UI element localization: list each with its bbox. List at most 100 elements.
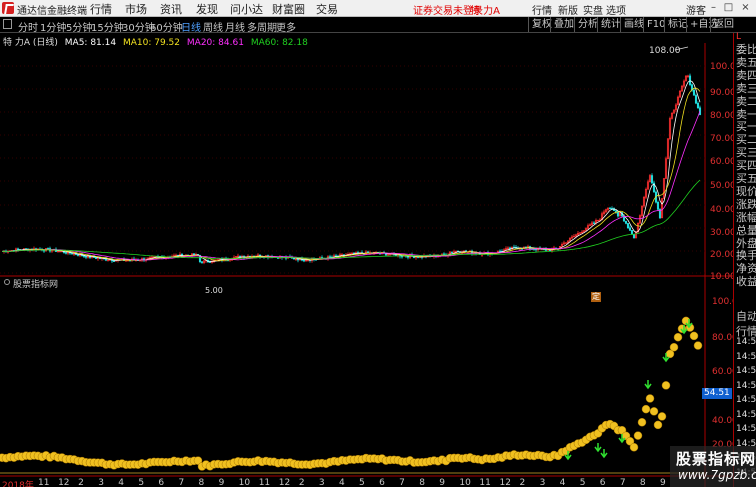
month-tick: 5: [138, 478, 145, 487]
tool-overlay[interactable]: 叠加: [550, 17, 577, 32]
indicator-dot: [673, 332, 683, 342]
candle-body: [200, 261, 204, 263]
period-more[interactable]: 更多: [276, 19, 296, 34]
period-intraday[interactable]: 分时: [18, 19, 38, 34]
candle-body: [616, 211, 620, 217]
period-daily[interactable]: 日线: [181, 19, 201, 34]
candle-body: [624, 220, 628, 224]
price-tick: 80.00: [710, 111, 736, 121]
maximize-icon[interactable]: □: [722, 2, 735, 14]
month-tick: 8: [419, 478, 425, 487]
month-tick: 2: [519, 478, 526, 487]
price-tick: 40.00: [710, 205, 736, 215]
candle-body: [688, 75, 692, 85]
month-tick: 4: [338, 478, 345, 487]
panel-tick-time: 14:59: [736, 337, 756, 347]
quote-side-panel: L 委比 卖五 卖四 卖三 卖二 卖一 买一 买二 买三 买四 买五 现价 涨跌 涨幅 总量 外盘 换手 净资 收益…: [733, 32, 756, 487]
menu-options[interactable]: 选项: [606, 2, 626, 17]
period-toolbar: 分时 1分钟 5分钟 15分钟 30分钟 60分钟 日线 周线 月线 多周期 更…: [0, 17, 756, 34]
indicator-dot: [629, 442, 639, 452]
candle-body: [630, 230, 634, 235]
month-tick: 8: [639, 478, 646, 487]
guest-label[interactable]: 游客: [686, 2, 706, 17]
candle-body: [208, 261, 212, 263]
month-tick: 12: [278, 478, 291, 487]
indicator-dot: [653, 420, 663, 430]
candle-body: [692, 89, 696, 96]
price-tick: 20.00: [710, 250, 736, 260]
menu-trade[interactable]: 交易: [316, 1, 338, 17]
month-tick: 9: [218, 478, 225, 487]
indicator-dot: [693, 341, 703, 350]
menu-market[interactable]: 市场: [125, 1, 147, 17]
indicator-dot: [669, 342, 679, 352]
candle-body: [106, 259, 110, 262]
low-price-label: 5.00: [205, 286, 223, 295]
candle-body: [328, 256, 332, 258]
month-tick: 10: [238, 478, 251, 487]
candle-body: [296, 258, 300, 261]
panel-tick-time: 14:58: [736, 351, 756, 362]
tool-back[interactable]: 返回: [710, 17, 737, 32]
candle-body: [450, 251, 454, 253]
menu-wealth[interactable]: 财富圈: [272, 1, 305, 17]
close-icon[interactable]: ×: [739, 2, 752, 14]
month-tick: 7: [619, 478, 626, 487]
candle-body: [650, 175, 654, 184]
menu-ask[interactable]: 问小达: [230, 1, 263, 17]
watermark-url: www.7gpzb.com: [678, 468, 756, 482]
indicator-dot: [637, 417, 647, 427]
panel-tick-time: 14:58: [736, 366, 756, 376]
indicator-dot: [645, 394, 655, 403]
watermark-title: 股票指标网: [676, 450, 756, 468]
panel-tick-time: 14:58: [736, 409, 756, 420]
candle-body: [302, 259, 306, 262]
peak-price-label: 108.00: [649, 46, 681, 56]
app-title: 通达信金融终端: [17, 6, 87, 17]
buy-signal-arrow: [594, 443, 602, 453]
buy-signal-arrow: [600, 449, 608, 459]
candle-body: [84, 255, 88, 258]
candle-body: [632, 234, 636, 239]
month-tick: 6: [599, 478, 606, 487]
menu-live[interactable]: 实盘: [583, 2, 603, 17]
period-1min[interactable]: 1分钟: [40, 19, 66, 34]
candle-body: [614, 210, 618, 213]
period-weekly[interactable]: 周线: [203, 19, 223, 34]
indicator-settings-icon[interactable]: [4, 279, 10, 285]
month-tick: 3: [318, 478, 325, 487]
candle-body: [694, 95, 698, 104]
menu-quotes[interactable]: 行情: [90, 1, 112, 17]
month-tick: 7: [178, 478, 185, 487]
current-indicator-value: 54.51: [702, 388, 732, 399]
app-logo-icon: [2, 2, 14, 14]
month-tick: 5: [579, 478, 586, 487]
buy-signal-arrow: [644, 380, 652, 390]
menu-news[interactable]: 资讯: [160, 1, 182, 17]
candle-body: [498, 250, 502, 252]
price-tick: 90.00: [710, 88, 736, 98]
toolbar-page-icon[interactable]: [3, 19, 12, 29]
menu-discover[interactable]: 发现: [196, 1, 218, 17]
period-monthly[interactable]: 月线: [225, 19, 245, 34]
candle-body: [76, 254, 80, 256]
minimize-icon[interactable]: –: [707, 2, 720, 14]
event-marker[interactable]: 定: [591, 292, 601, 302]
candle-body: [112, 260, 116, 262]
price-tick: 70.00: [710, 134, 736, 144]
indicator-dot: [657, 412, 667, 421]
period-15min[interactable]: 15分钟: [91, 19, 124, 34]
month-tick: 11: [38, 478, 50, 487]
menu-bar: 通达信金融终端 行情 市场 资讯 发现 问小达 财富圈 交易 证券交易未登录 特…: [0, 0, 756, 17]
menu-new-version[interactable]: 新版: [558, 2, 578, 17]
period-5min[interactable]: 5分钟: [66, 19, 92, 34]
month-tick: 10: [459, 478, 471, 487]
kline-chart[interactable]: [0, 33, 733, 487]
month-tick: 6: [379, 478, 385, 487]
candle-body: [82, 255, 86, 257]
period-60min[interactable]: 60分钟: [150, 19, 183, 34]
menu-quotes-right[interactable]: 行情: [532, 2, 552, 17]
period-multi[interactable]: 多周期: [247, 19, 277, 34]
month-tick: 4: [559, 478, 566, 487]
candle-body: [534, 248, 538, 251]
